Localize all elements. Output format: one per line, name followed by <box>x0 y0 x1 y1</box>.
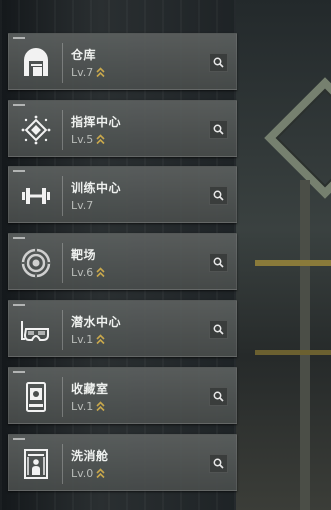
facility-card-command-center[interactable]: 指挥中心 Lv.5 <box>8 100 237 157</box>
search-icon <box>213 57 224 68</box>
collection-case-icon <box>17 378 55 416</box>
search-icon <box>213 190 224 201</box>
background-right-structure <box>236 0 331 510</box>
divider <box>62 377 63 417</box>
facility-name: 训练中心 <box>71 181 122 195</box>
facility-card-collection-room[interactable]: 收藏室 Lv.1 <box>8 367 237 424</box>
facility-card-diving-center[interactable]: 潜水中心 Lv.1 <box>8 300 237 357</box>
divider <box>62 110 63 150</box>
facility-name: 仓库 <box>71 48 97 62</box>
facility-card-warehouse[interactable]: 仓库 Lv.7 <box>8 33 237 90</box>
background-pillar <box>300 180 310 510</box>
divider <box>62 310 63 350</box>
upgrade-arrow-icon <box>96 267 105 278</box>
search-button[interactable] <box>209 387 228 406</box>
dumbbell-icon <box>17 177 55 215</box>
divider <box>62 444 63 484</box>
upgrade-arrow-icon <box>96 134 105 145</box>
facility-card-shooting-range[interactable]: 靶场 Lv.6 <box>8 233 237 290</box>
divider <box>62 176 63 216</box>
search-icon <box>213 324 224 335</box>
decontamination-pod-icon <box>17 445 55 483</box>
upgrade-arrow-icon <box>96 468 105 479</box>
search-icon <box>213 391 224 402</box>
search-button[interactable] <box>209 454 228 473</box>
facility-name: 潜水中心 <box>71 315 122 329</box>
search-button[interactable] <box>209 253 228 272</box>
search-button[interactable] <box>209 120 228 139</box>
facility-level: Lv.1 <box>71 400 105 413</box>
search-icon <box>213 458 224 469</box>
facility-level: Lv.7 <box>71 66 105 79</box>
divider <box>62 243 63 283</box>
upgrade-arrow-icon <box>96 334 105 345</box>
divider <box>62 43 63 83</box>
facility-level: Lv.1 <box>71 333 105 346</box>
facility-name: 洗消舱 <box>71 449 109 463</box>
facility-level: Lv.5 <box>71 133 105 146</box>
upgrade-arrow-icon <box>96 401 105 412</box>
search-button[interactable] <box>209 320 228 339</box>
warehouse-icon <box>17 44 55 82</box>
command-center-icon <box>17 111 55 149</box>
diving-mask-icon <box>17 311 55 349</box>
background-beam <box>255 350 331 355</box>
background-beam <box>255 260 331 266</box>
facility-name: 收藏室 <box>71 382 109 396</box>
facility-level: Lv.0 <box>71 467 105 480</box>
search-button[interactable] <box>209 186 228 205</box>
facility-level: Lv.6 <box>71 266 105 279</box>
search-button[interactable] <box>209 53 228 72</box>
facility-card-decontamination-pod[interactable]: 洗消舱 Lv.0 <box>8 434 237 491</box>
facility-level: Lv.7 <box>71 199 94 212</box>
facility-card-training-center[interactable]: 训练中心 Lv.7 <box>8 166 237 223</box>
facility-name: 靶场 <box>71 248 97 262</box>
facility-name: 指挥中心 <box>71 115 122 129</box>
upgrade-arrow-icon <box>96 67 105 78</box>
target-icon <box>17 244 55 282</box>
search-icon <box>213 124 224 135</box>
search-icon <box>213 257 224 268</box>
